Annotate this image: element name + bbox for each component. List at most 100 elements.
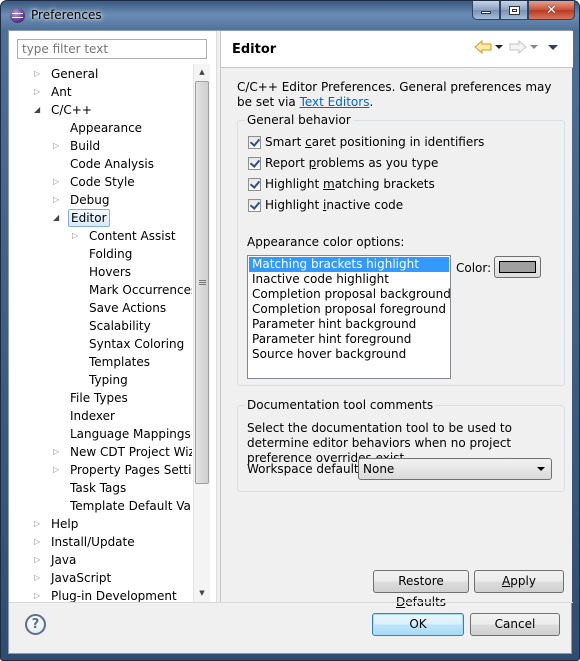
back-arrow-icon[interactable] [474, 40, 492, 54]
list-item[interactable]: Parameter hint foreground [249, 332, 449, 347]
tree-item[interactable]: ▷ JavaScript [9, 569, 192, 587]
tree-item[interactable]: ▷ Build [9, 137, 192, 155]
tree-item[interactable]: ▷ Property Pages Settings [9, 461, 192, 479]
collapsed-triangle-icon[interactable]: ▷ [34, 587, 44, 602]
separator [9, 602, 573, 603]
preference-tree: ▷ General ▷ Ant ◢ C/C++ Appearance ▷ Build Code A… [9, 64, 192, 602]
tree-item[interactable]: ▷ New CDT Project Wizard [9, 443, 192, 461]
tree-item[interactable]: Save Actions [9, 299, 192, 317]
expanded-triangle-icon[interactable]: ◢ [53, 209, 63, 227]
collapsed-triangle-icon[interactable]: ▷ [53, 461, 63, 479]
tree-item[interactable]: ▷ Content Assist [9, 227, 192, 245]
collapsed-triangle-icon[interactable]: ▷ [34, 551, 44, 569]
checkbox-mnemonic: p [308, 156, 317, 170]
tree-item[interactable]: Templates [9, 353, 192, 371]
list-item[interactable]: Source hover background [249, 347, 449, 362]
tree-item[interactable]: Mark Occurrences [9, 281, 192, 299]
help-icon[interactable]: ? [25, 614, 46, 635]
collapsed-triangle-icon[interactable]: ▷ [53, 191, 63, 209]
collapsed-triangle-icon[interactable]: ▷ [34, 569, 44, 587]
close-button[interactable]: ✕ [528, 1, 575, 20]
tree-item[interactable]: Template Default Values [9, 497, 192, 515]
maximize-button[interactable] [500, 1, 528, 20]
tree-scrollbar[interactable]: ▲ ▼ [193, 64, 210, 602]
list-item[interactable]: Completion proposal foreground [249, 302, 449, 317]
collapsed-triangle-icon[interactable]: ▷ [34, 515, 44, 533]
tree-item[interactable]: ▷ Help [9, 515, 192, 533]
tree-item[interactable]: ▷ Debug [9, 191, 192, 209]
color-picker-button[interactable] [494, 256, 541, 278]
list-item[interactable]: Matching brackets highlight [249, 257, 449, 272]
expanded-triangle-icon[interactable]: ◢ [34, 101, 44, 119]
button-label: pply [510, 574, 536, 588]
tree-item-label: Scalability [89, 319, 151, 333]
collapsed-triangle-icon[interactable]: ▷ [34, 533, 44, 551]
scrollbar-thumb[interactable] [195, 81, 209, 485]
tree-item[interactable]: Typing [9, 371, 192, 389]
forward-history-dropdown-icon[interactable] [530, 45, 538, 49]
tree-item[interactable]: ▷ Plug-in Development [9, 587, 192, 602]
tree-item-label: Language Mappings [70, 427, 191, 441]
checkbox-option[interactable]: Highlight m atching brackets [248, 175, 435, 193]
collapsed-triangle-icon[interactable]: ▷ [53, 443, 63, 461]
tree-item-label: Debug [70, 193, 110, 207]
tree-item[interactable]: ▷ Install/Update [9, 533, 192, 551]
collapsed-triangle-icon[interactable]: ▷ [34, 65, 44, 83]
tree-item[interactable]: Syntax Coloring [9, 335, 192, 353]
general-behavior-group: General behavior Smart c aret positioning… [237, 113, 565, 386]
checkbox[interactable] [248, 156, 261, 170]
tree-item[interactable]: Hovers [9, 263, 192, 281]
list-item[interactable]: Parameter hint background [249, 317, 449, 332]
tree-item[interactable]: File Types [9, 389, 192, 407]
collapsed-triangle-icon[interactable]: ▷ [34, 83, 44, 101]
list-item[interactable]: Completion proposal background [249, 287, 450, 302]
tree-item[interactable]: ▷ Java [9, 551, 192, 569]
tree-item[interactable]: ▷ Code Style [9, 173, 192, 191]
tree-item-label: Templates [89, 355, 151, 369]
tree-item-label: File Types [70, 391, 128, 405]
title-bar[interactable]: Preferences ✕ [1, 1, 579, 31]
tree-item[interactable]: ◢ Editor [9, 209, 192, 227]
text-editors-link[interactable]: Text Editors [300, 95, 370, 109]
scroll-down-arrow-icon[interactable]: ▼ [194, 585, 210, 602]
tree-item[interactable]: ▷ Ant [9, 83, 192, 101]
checkbox-option[interactable]: Highlight i nactive code [248, 196, 403, 214]
tree-item[interactable]: Folding [9, 245, 192, 263]
workspace-default-select[interactable]: None [358, 458, 552, 480]
appearance-color-list[interactable]: Matching brackets highlight Inactive code… [247, 255, 451, 379]
cancel-button[interactable]: Cancel [470, 613, 560, 636]
tree-item-label: Syntax Coloring [89, 337, 185, 351]
tree-item[interactable]: Code Analysis [9, 155, 192, 173]
maximize-icon [508, 5, 520, 15]
checkbox[interactable] [248, 135, 261, 149]
tree-item[interactable]: Scalability [9, 317, 192, 335]
checkbox[interactable] [248, 198, 261, 212]
tree-item[interactable]: Indexer [9, 407, 192, 425]
restore-defaults-button[interactable]: Restore Defaults [373, 570, 469, 609]
tree-item[interactable]: ▷ General [9, 65, 192, 83]
tree-item[interactable]: ◢ C/C++ [9, 101, 192, 119]
ok-button[interactable]: OK [372, 613, 464, 636]
tree-item[interactable]: Language Mappings [9, 425, 192, 443]
back-history-dropdown-icon[interactable] [495, 45, 503, 49]
minimize-button[interactable] [472, 1, 500, 20]
collapsed-triangle-icon[interactable]: ▷ [72, 227, 82, 245]
collapsed-triangle-icon[interactable]: ▷ [53, 137, 63, 155]
checkbox-label: Smart [265, 135, 306, 149]
tree-item[interactable]: Task Tags [9, 479, 192, 497]
checkbox-option[interactable]: Smart c aret positioning in identifiers [248, 133, 484, 151]
view-menu-icon[interactable] [548, 45, 558, 50]
tree-item-label: Property Pages Settings [70, 463, 192, 477]
apply-button[interactable]: Apply [474, 570, 564, 593]
checkbox-option[interactable]: Report p roblems as you type [248, 154, 438, 172]
list-item[interactable]: Inactive code highlight [249, 272, 449, 287]
collapsed-triangle-icon[interactable]: ▷ [53, 173, 63, 191]
scroll-up-arrow-icon[interactable]: ▲ [194, 64, 210, 81]
filter-input[interactable] [17, 39, 207, 59]
checkbox[interactable] [248, 177, 261, 191]
checkbox-label: Report [265, 156, 309, 170]
tree-item-label: Plug-in Development [51, 589, 177, 602]
tree-item[interactable]: Appearance [9, 119, 192, 137]
forward-arrow-icon[interactable] [509, 40, 527, 54]
select-value: None [363, 462, 395, 476]
